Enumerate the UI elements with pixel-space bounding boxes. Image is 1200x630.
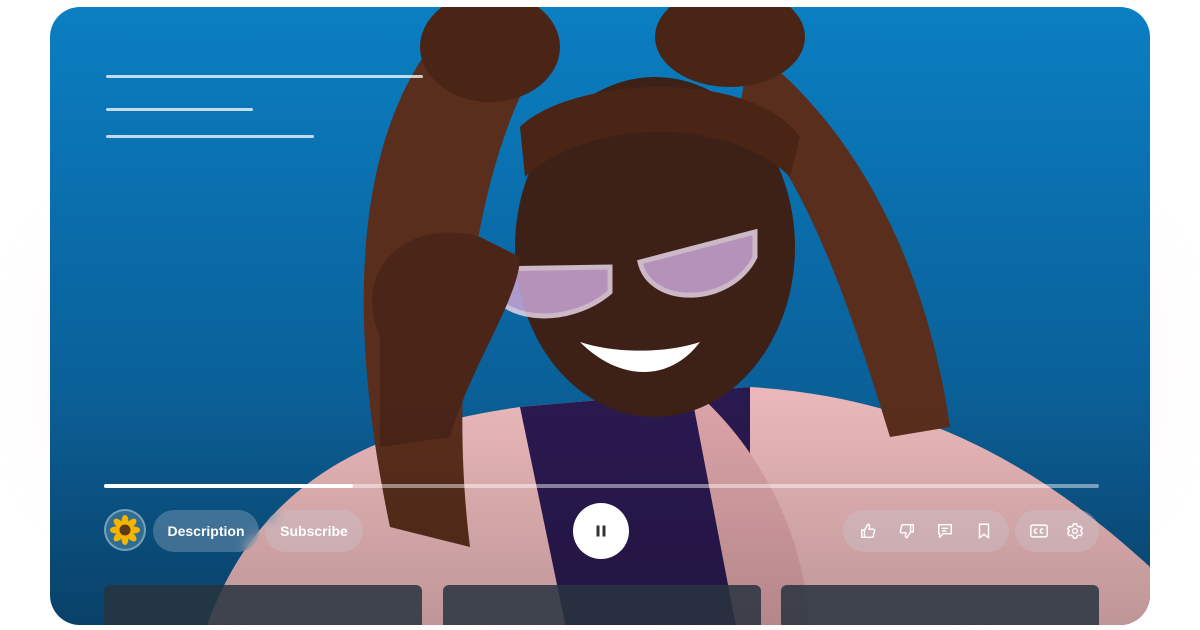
meta-placeholder-line bbox=[106, 135, 314, 138]
player-settings-controls bbox=[1015, 510, 1099, 552]
comment-icon bbox=[938, 523, 953, 539]
engagement-controls bbox=[843, 510, 1009, 552]
video-player[interactable]: Description Subscribe bbox=[50, 7, 1150, 625]
thumbs-up-icon bbox=[861, 523, 876, 539]
subtitle-placeholder-line bbox=[106, 108, 253, 111]
bookmark-icon bbox=[978, 523, 989, 539]
closed-captions-icon bbox=[1030, 524, 1048, 538]
channel-avatar[interactable] bbox=[104, 509, 146, 551]
dislike-button[interactable] bbox=[888, 510, 927, 552]
related-video-card[interactable] bbox=[781, 585, 1099, 625]
progress-bar[interactable] bbox=[104, 484, 1099, 488]
comment-button[interactable] bbox=[926, 510, 965, 552]
settings-button[interactable] bbox=[1057, 510, 1093, 552]
sunflower-avatar-icon bbox=[110, 515, 140, 545]
pause-icon bbox=[596, 525, 606, 537]
like-button[interactable] bbox=[849, 510, 888, 552]
related-video-card[interactable] bbox=[104, 585, 422, 625]
thumbs-down-icon bbox=[899, 523, 914, 539]
description-button[interactable]: Description bbox=[153, 510, 259, 552]
title-placeholder-line bbox=[106, 75, 423, 78]
subscribe-button[interactable]: Subscribe bbox=[265, 510, 363, 552]
progress-bar-fill bbox=[104, 484, 353, 488]
gear-icon bbox=[1066, 523, 1084, 539]
related-video-card[interactable] bbox=[443, 585, 761, 625]
captions-button[interactable] bbox=[1021, 510, 1057, 552]
save-button[interactable] bbox=[965, 510, 1004, 552]
pause-button[interactable] bbox=[573, 503, 629, 559]
